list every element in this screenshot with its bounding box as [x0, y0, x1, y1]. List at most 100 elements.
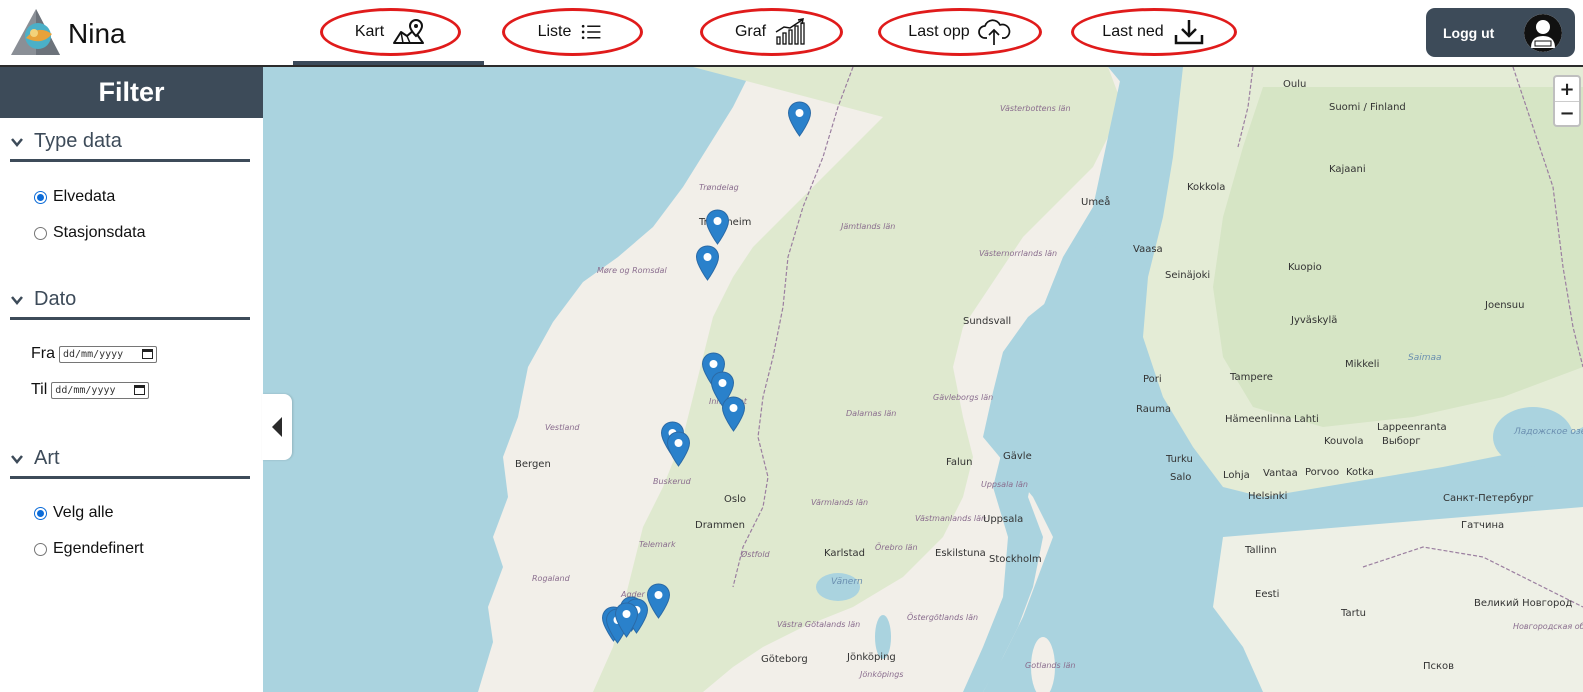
- top-navbar: Nina Kart Liste Graf Last opp Last ned L…: [0, 0, 1583, 67]
- map-label: Västerbottens län: [1000, 104, 1071, 113]
- filter-title: Filter: [0, 67, 263, 118]
- map-view[interactable]: Oulu Suomi / Finland Västerbottens län K…: [263, 67, 1583, 692]
- date-from-input[interactable]: dd/mm/yyyy: [59, 345, 157, 363]
- map-label: Uppsala: [983, 514, 1024, 525]
- map-marker-icon[interactable]: [614, 602, 639, 638]
- map-label: Oslo: [724, 494, 746, 505]
- map-label: Porvoo: [1305, 467, 1340, 478]
- date-to-row: Til dd/mm/yyyy: [31, 381, 150, 399]
- map-label: Jönköping: [847, 652, 896, 663]
- map-label: Sundsvall: [963, 316, 1012, 327]
- type-data-title: Type data: [34, 130, 122, 152]
- map-label: Kotka: [1346, 467, 1374, 478]
- map-label: Kokkola: [1187, 182, 1226, 193]
- nav-last-opp[interactable]: Last opp: [878, 8, 1042, 56]
- radio-button[interactable]: [34, 542, 47, 556]
- dato-section: Dato: [10, 288, 250, 320]
- radio-stasjonsdata[interactable]: Stasjonsdata: [34, 224, 146, 242]
- nav-liste-label: Liste: [537, 23, 572, 40]
- logout-label: Logg ut: [1443, 24, 1495, 41]
- type-data-toggle[interactable]: Type data: [10, 130, 250, 162]
- map-label: Eskilstuna: [935, 548, 986, 559]
- nav-kart[interactable]: Kart: [320, 8, 461, 56]
- map-label: Vänern: [831, 577, 863, 587]
- map-marker-icon[interactable]: [721, 396, 746, 432]
- highlight-ring: [502, 8, 643, 56]
- map-marker-icon[interactable]: [787, 101, 812, 137]
- map-pin-icon: [393, 18, 425, 44]
- map-label: Örebro län: [875, 543, 918, 552]
- dato-title: Dato: [34, 288, 77, 310]
- map-label: Vaasa: [1133, 244, 1163, 255]
- caret-left-icon: [272, 417, 282, 437]
- map-label: Joensuu: [1485, 300, 1525, 311]
- art-section: Art: [10, 447, 250, 479]
- map-label: Jämtlands län: [841, 222, 896, 231]
- map-label: Suomi / Finland: [1329, 102, 1406, 113]
- map-label: Buskerud: [653, 477, 691, 486]
- date-to-label: Til: [31, 381, 48, 398]
- zoom-in-button[interactable]: +: [1555, 77, 1579, 101]
- nav-liste[interactable]: Liste: [502, 8, 643, 56]
- nina-logo[interactable]: Nina: [8, 6, 148, 60]
- map-label: Bergen: [515, 459, 551, 470]
- map-label: Östergötlands län: [907, 613, 979, 622]
- map-label: Göteborg: [761, 654, 808, 665]
- map-label: Lahti: [1294, 414, 1319, 425]
- nav-kart-label: Kart: [354, 23, 385, 40]
- map-label: Karlstad: [824, 548, 866, 559]
- calendar-icon[interactable]: [134, 385, 146, 395]
- map-label: Lohja: [1223, 470, 1250, 481]
- highlight-ring: [320, 8, 461, 56]
- map-label: Kouvola: [1324, 436, 1364, 447]
- nav-graf[interactable]: Graf: [700, 8, 843, 56]
- map-label: Uppsala län: [981, 480, 1028, 489]
- map-label: Gävleborgs län: [933, 393, 994, 402]
- map-label: Lappeenranta: [1377, 422, 1447, 433]
- map-label: Jyväskylä: [1291, 315, 1338, 326]
- radio-velg-alle[interactable]: Velg alle: [34, 504, 114, 522]
- radio-button[interactable]: [34, 226, 47, 240]
- map-label: Oulu: [1283, 79, 1307, 90]
- chevron-down-icon: [11, 454, 23, 464]
- map-label: Jönköpings: [860, 670, 904, 679]
- radio-egendefinert[interactable]: Egendefinert: [34, 540, 144, 558]
- radio-button-checked[interactable]: [34, 506, 47, 520]
- date-to-input[interactable]: dd/mm/yyyy: [51, 381, 150, 399]
- nav-last-ned[interactable]: Last ned: [1071, 8, 1237, 56]
- highlight-ring: [700, 8, 843, 56]
- art-toggle[interactable]: Art: [10, 447, 250, 479]
- map-label: Выборг: [1382, 436, 1421, 447]
- map-label: Gotlands län: [1025, 661, 1076, 670]
- cloud-upload-icon: [977, 19, 1010, 45]
- map-label: Гатчина: [1461, 520, 1505, 531]
- map-marker-icon[interactable]: [705, 209, 730, 245]
- date-to-placeholder: dd/mm/yyyy: [55, 384, 116, 396]
- map-label: Псков: [1423, 661, 1455, 672]
- map-label: Kuopio: [1288, 262, 1322, 273]
- bar-chart-icon: [775, 18, 805, 45]
- collapse-sidebar-button[interactable]: [262, 394, 292, 460]
- radio-button-checked[interactable]: [34, 190, 47, 204]
- map-marker-icon[interactable]: [666, 431, 691, 467]
- download-icon: [1174, 20, 1203, 45]
- map-label: Gävle: [1003, 451, 1032, 462]
- radio-elvedata[interactable]: Elvedata: [34, 188, 115, 206]
- map-label: Rogaland: [532, 574, 570, 583]
- map-marker-icon[interactable]: [695, 245, 720, 281]
- map-label: Umeå: [1081, 197, 1111, 208]
- map-label: Tallinn: [1245, 545, 1277, 556]
- map-label: Новгородская область: [1513, 622, 1583, 631]
- map-label: Ладожское озеро: [1514, 427, 1583, 437]
- map-label: Pori: [1143, 374, 1162, 385]
- map-label: Великий Новгород: [1474, 598, 1573, 609]
- map-marker-icon[interactable]: [646, 583, 671, 619]
- logout-button[interactable]: Logg ut: [1426, 8, 1575, 57]
- date-from-label: Fra: [31, 345, 55, 362]
- dato-toggle[interactable]: Dato: [10, 288, 250, 320]
- zoom-out-button[interactable]: −: [1555, 101, 1579, 125]
- type-data-section: Type data: [10, 130, 250, 162]
- calendar-icon[interactable]: [142, 349, 153, 359]
- chevron-down-icon: [11, 137, 23, 147]
- radio-label: Stasjonsdata: [53, 224, 146, 241]
